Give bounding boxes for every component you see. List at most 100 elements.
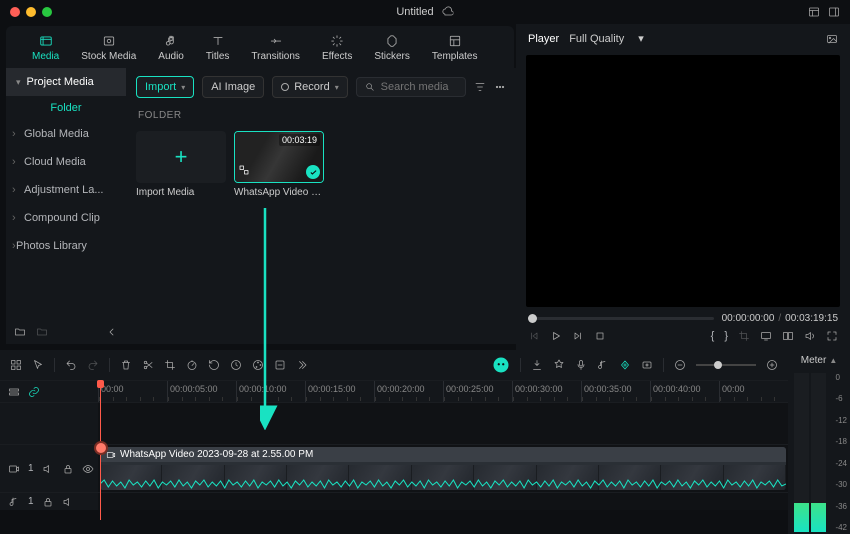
speed-icon[interactable]	[186, 359, 198, 371]
reverse-icon[interactable]	[208, 359, 220, 371]
flag-icon[interactable]	[553, 359, 565, 371]
marker-icon[interactable]	[531, 359, 543, 371]
prev-frame-icon[interactable]	[528, 330, 540, 342]
next-frame-icon[interactable]	[572, 330, 584, 342]
import-button[interactable]: Import▾	[136, 76, 194, 98]
redo-icon[interactable]	[87, 359, 99, 371]
minimize-window-button[interactable]	[26, 7, 36, 17]
layout-toggle-icon[interactable]	[808, 6, 820, 18]
sidebar-item-global-media[interactable]: Global Media	[6, 120, 126, 148]
track-mute-icon[interactable]	[42, 463, 54, 475]
media-sidebar: ▾Project Media Folder Global Media Cloud…	[6, 68, 126, 344]
voiceover-icon[interactable]	[575, 359, 587, 371]
sidebar-folder-label[interactable]: Folder	[6, 96, 126, 120]
empty-track-area[interactable]	[98, 402, 788, 444]
filter-icon[interactable]	[474, 81, 486, 93]
folder-header: FOLDER	[126, 106, 516, 125]
window-controls	[10, 7, 52, 17]
quality-dropdown[interactable]: Full Quality▾	[569, 32, 644, 45]
annotation-arrow	[260, 208, 280, 430]
nav-tab-stickers[interactable]: Stickers	[366, 30, 418, 68]
layout-icon[interactable]	[10, 359, 22, 371]
clip-video-icon	[106, 450, 116, 460]
display-icon[interactable]	[760, 330, 772, 342]
crop-tool-icon[interactable]	[164, 359, 176, 371]
nav-tab-audio[interactable]: Audio	[150, 30, 192, 68]
nav-tab-effects[interactable]: Effects	[314, 30, 360, 68]
match-cut-icon	[238, 164, 250, 179]
search-media[interactable]	[356, 77, 466, 97]
history-icon[interactable]	[230, 359, 242, 371]
meter-sort-icon[interactable]: ▲	[829, 356, 837, 365]
sidebar-item-photos-library[interactable]: Photos Library	[6, 232, 126, 260]
timeline-clip[interactable]: WhatsApp Video 2023-09-28 at 2.55.00 PM	[100, 447, 786, 490]
audio-mute-icon[interactable]	[62, 496, 74, 508]
sidebar-item-adjustment-layer[interactable]: Adjustment La...	[6, 176, 126, 204]
player-panel: Player Full Quality▾ 00:00:00:00/00:03:1…	[516, 24, 850, 350]
clip-duration: 00:03:19	[279, 134, 320, 146]
nav-tab-templates[interactable]: Templates	[424, 30, 486, 68]
search-input[interactable]	[381, 81, 457, 93]
media-clip-tile[interactable]: 00:03:19 WhatsApp Video 202...	[234, 131, 324, 198]
track-lock-icon[interactable]	[62, 463, 74, 475]
zoom-slider[interactable]	[696, 364, 756, 366]
snapshot-icon[interactable]	[826, 33, 838, 45]
more-options-icon[interactable]	[494, 81, 506, 93]
maximize-window-button[interactable]	[42, 7, 52, 17]
sidebar-head-project-media[interactable]: ▾Project Media	[6, 68, 126, 96]
split-icon[interactable]	[142, 359, 154, 371]
ai-badge-icon[interactable]	[492, 356, 510, 374]
ai-image-button[interactable]: AI Image	[202, 76, 264, 98]
play-icon[interactable]	[550, 330, 562, 342]
nav-tab-titles[interactable]: Titles	[198, 30, 238, 68]
crop-icon[interactable]	[738, 330, 750, 342]
panel-toggle-icon[interactable]	[828, 6, 840, 18]
new-folder-icon[interactable]	[14, 326, 26, 338]
compare-icon[interactable]	[782, 330, 794, 342]
nav-tab-transitions[interactable]: Transitions	[243, 30, 308, 68]
link-icon[interactable]	[28, 386, 40, 398]
record-button[interactable]: Record▾	[272, 76, 347, 98]
undo-icon[interactable]	[65, 359, 77, 371]
meter-bar-left	[794, 373, 809, 532]
mark-out-icon[interactable]: }	[724, 330, 728, 342]
project-title-text: Untitled	[396, 6, 433, 18]
chevron-down-icon: ▾	[181, 83, 185, 92]
close-window-button[interactable]	[10, 7, 20, 17]
meter-scale: 0-6-12-18-24-30-36-42	[832, 371, 850, 534]
cloud-sync-icon[interactable]	[442, 6, 454, 18]
new-bin-icon[interactable]	[36, 326, 48, 338]
zoom-out-icon[interactable]	[674, 359, 686, 371]
audio-lock-icon[interactable]	[42, 496, 54, 508]
player-scrubber[interactable]	[528, 317, 714, 320]
media-browser: Import▾ AI Image Record▾ FOLDER + Import…	[126, 68, 516, 344]
used-check-icon	[306, 165, 320, 179]
pointer-icon[interactable]	[32, 359, 44, 371]
audio-track-number: 1	[28, 496, 34, 507]
plus-icon: +	[175, 144, 188, 170]
render-icon[interactable]	[641, 359, 653, 371]
player-preview[interactable]	[526, 55, 840, 307]
more-tools-icon[interactable]	[296, 359, 308, 371]
zoom-in-icon[interactable]	[766, 359, 778, 371]
audio-mix-icon[interactable]	[597, 359, 609, 371]
mark-in-icon[interactable]: {	[711, 330, 715, 342]
delete-icon[interactable]	[120, 359, 132, 371]
search-icon	[365, 81, 375, 93]
nav-tab-media[interactable]: Media	[24, 30, 67, 68]
volume-icon[interactable]	[804, 330, 816, 342]
fullscreen-icon[interactable]	[826, 330, 838, 342]
sidebar-item-cloud-media[interactable]: Cloud Media	[6, 148, 126, 176]
audio-track-body[interactable]	[98, 492, 788, 510]
keyframe-icon[interactable]	[619, 359, 631, 371]
collapse-sidebar-icon[interactable]	[106, 326, 118, 338]
cut-indicator-icon[interactable]	[94, 441, 108, 455]
import-media-tile[interactable]: + Import Media	[136, 131, 226, 198]
track-visibility-icon[interactable]	[82, 463, 94, 475]
nav-tab-stock-media[interactable]: Stock Media	[73, 30, 144, 68]
stop-icon[interactable]	[594, 330, 606, 342]
track-options-icon[interactable]	[8, 386, 20, 398]
sidebar-item-compound-clip[interactable]: Compound Clip	[6, 204, 126, 232]
timeline-ruler[interactable]: 00:00 00:00:05:00 00:00:10:00 00:00:15:0…	[98, 380, 788, 402]
nav-tabs: Media Stock Media Audio Titles Transitio…	[6, 26, 514, 68]
